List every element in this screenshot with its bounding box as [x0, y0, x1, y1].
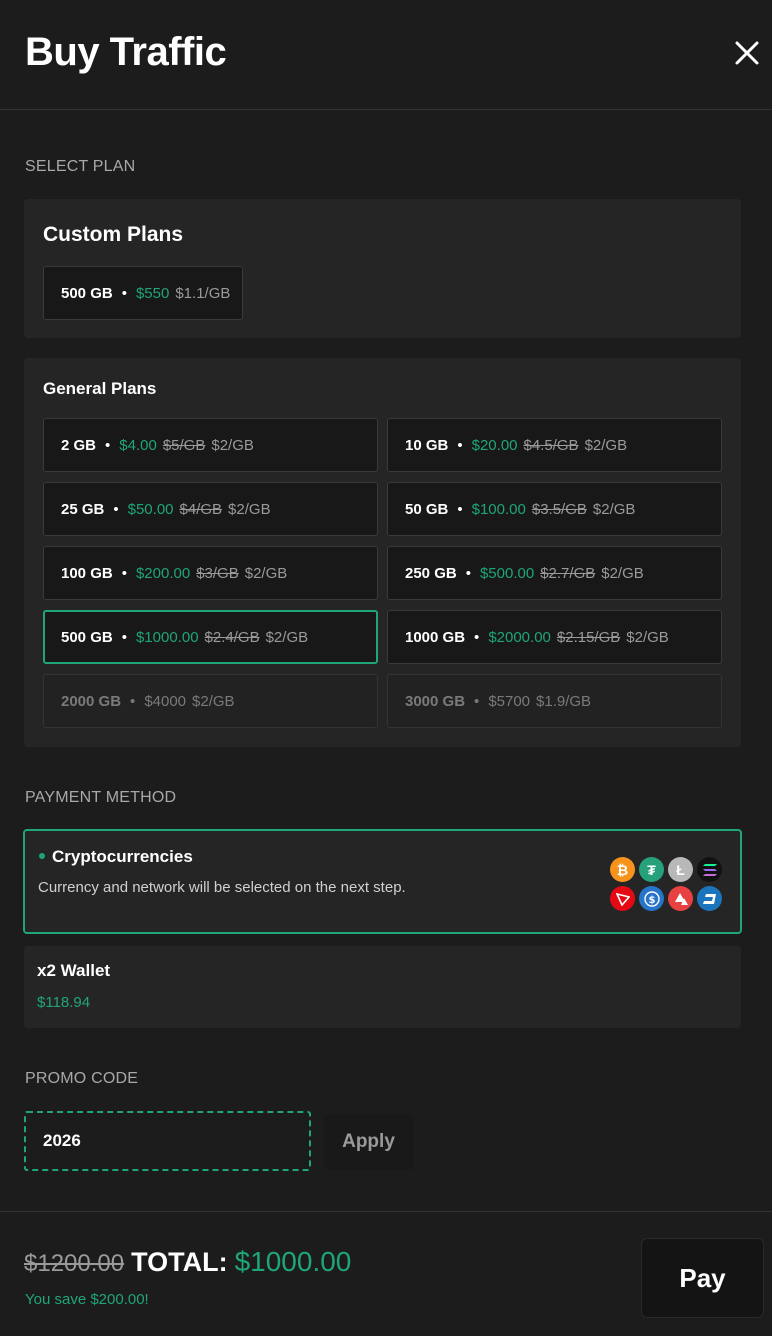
general-plan-option: 2000 GB • $4000 $2/GB — [43, 674, 378, 728]
plan-old-price: $2.15/GB — [556, 628, 621, 646]
general-plan-option: 3000 GB • $5700 $1.9/GB — [387, 674, 722, 728]
plan-size: 50 GB — [405, 500, 449, 518]
wallet-title: x2 Wallet — [37, 961, 111, 980]
plan-old-price: $2.7/GB — [540, 564, 596, 582]
usdc-icon: $ — [639, 886, 664, 911]
general-plan-option[interactable]: 100 GB • $200.00 $3/GB $2/GB — [43, 546, 378, 600]
plan-price: $5700 — [488, 692, 531, 710]
pay-button[interactable]: Pay — [641, 1238, 764, 1318]
tron-icon — [610, 886, 635, 911]
payment-method-label: PAYMENT METHOD — [25, 789, 177, 806]
select-plan-label: SELECT PLAN — [25, 158, 136, 175]
general-plans-panel: General Plans 2 GB • $4.00 $5/GB $2/GB 10 GB •… — [24, 358, 741, 747]
plan-size: 2 GB — [61, 436, 97, 454]
plan-price: $4.00 — [119, 436, 157, 454]
plan-per-gb: $2/GB — [228, 500, 271, 518]
apply-button[interactable]: Apply — [324, 1114, 413, 1170]
plan-price: $1000.00 — [135, 628, 199, 646]
plan-per-gb: $1.1/GB — [175, 284, 231, 302]
litecoin-icon: Ł — [668, 857, 693, 882]
header: Buy Traffic — [0, 0, 772, 110]
general-plan-option[interactable]: 10 GB • $20.00 $4.5/GB $2/GB — [387, 418, 722, 472]
general-plan-option[interactable]: 1000 GB • $2000.00 $2.15/GB $2/GB — [387, 610, 722, 664]
plan-price: $100.00 — [471, 500, 526, 518]
plan-per-gb: $2/GB — [211, 436, 254, 454]
total-amount: $1000.00 — [234, 1246, 352, 1277]
general-plans-title: General Plans — [43, 379, 157, 398]
separator-dot: • — [474, 692, 480, 710]
plan-old-price: $2.4/GB — [204, 628, 260, 646]
plan-price: $20.00 — [471, 436, 518, 454]
selected-dot — [39, 853, 45, 859]
plan-size: 2000 GB — [61, 692, 122, 710]
plan-price: $550 — [135, 284, 170, 302]
plan-per-gb: $2/GB — [192, 692, 235, 710]
custom-plans-title: Custom Plans — [43, 223, 184, 246]
plan-size: 250 GB — [405, 564, 457, 582]
plan-price: $500.00 — [479, 564, 535, 582]
plan-price: $200.00 — [135, 564, 191, 582]
separator-dot: • — [465, 564, 471, 582]
old-total: $1200.00 — [24, 1250, 125, 1277]
promo-code-label: PROMO CODE — [25, 1070, 139, 1087]
close-icon[interactable] — [730, 36, 764, 70]
plan-price: $4000 — [144, 692, 187, 710]
custom-plan-option[interactable]: 500 GB • $550 $1.1/GB — [43, 266, 243, 320]
wallet-balance: $118.94 — [37, 994, 91, 1011]
separator-dot: • — [121, 284, 127, 302]
plan-old-price: $5/GB — [162, 436, 206, 454]
general-plan-option[interactable]: 500 GB • $1000.00 $2.4/GB $2/GB — [43, 610, 378, 664]
payment-option-crypto[interactable]: Cryptocurrencies Currency and network wi… — [23, 829, 742, 934]
separator-dot: • — [130, 692, 136, 710]
dash-icon — [697, 886, 722, 911]
plan-per-gb: $2/GB — [244, 564, 288, 582]
crypto-description: Currency and network will be selected on… — [38, 879, 406, 896]
separator-dot: • — [121, 564, 127, 582]
plan-price: $50.00 — [127, 500, 174, 518]
plan-size: 500 GB — [61, 284, 113, 302]
svg-text:$: $ — [648, 895, 655, 906]
plan-per-gb: $2/GB — [265, 628, 309, 646]
plan-old-price: $3/GB — [196, 564, 239, 582]
general-plan-option[interactable]: 250 GB • $500.00 $2.7/GB $2/GB — [387, 546, 722, 600]
total-label: TOTAL: — [131, 1247, 228, 1277]
separator-dot: • — [113, 500, 119, 518]
payment-option-wallet[interactable]: x2 Wallet $118.94 — [24, 946, 741, 1028]
plan-price: $2000.00 — [488, 628, 551, 646]
plan-size: 500 GB — [61, 628, 113, 646]
general-plan-option[interactable]: 50 GB • $100.00 $3.5/GB $2/GB — [387, 482, 722, 536]
savings-text: You save $200.00! — [25, 1291, 149, 1308]
plan-size: 10 GB — [405, 436, 449, 454]
plan-per-gb: $1.9/GB — [536, 692, 592, 710]
plan-per-gb: $2/GB — [584, 436, 628, 454]
general-plan-option[interactable]: 25 GB • $50.00 $4/GB $2/GB — [43, 482, 378, 536]
solana-icon — [697, 857, 722, 882]
plan-size: 3000 GB — [405, 692, 466, 710]
tether-icon: ₮ — [639, 857, 664, 882]
plan-per-gb: $2/GB — [601, 564, 644, 582]
plan-old-price: $4.5/GB — [523, 436, 579, 454]
general-plan-option[interactable]: 2 GB • $4.00 $5/GB $2/GB — [43, 418, 378, 472]
plan-old-price: $4/GB — [179, 500, 223, 518]
separator-dot: • — [457, 436, 463, 454]
total-row: $1200.00 TOTAL: $1000.00 — [24, 1246, 351, 1278]
plan-size: 1000 GB — [405, 628, 466, 646]
avalanche-icon — [668, 886, 693, 911]
crypto-title: Cryptocurrencies — [52, 847, 193, 866]
plan-per-gb: $2/GB — [592, 500, 636, 518]
page-title: Buy Traffic — [25, 30, 227, 74]
plan-per-gb: $2/GB — [626, 628, 669, 646]
custom-plans-panel: Custom Plans 500 GB • $550 $1.1/GB — [24, 199, 741, 338]
plan-size: 25 GB — [61, 500, 105, 518]
footer: $1200.00 TOTAL: $1000.00 You save $200.0… — [0, 1211, 772, 1336]
promo-code-input[interactable] — [24, 1111, 311, 1171]
plan-old-price: $3.5/GB — [531, 500, 587, 518]
separator-dot: • — [457, 500, 463, 518]
plan-size: 100 GB — [61, 564, 113, 582]
separator-dot: • — [474, 628, 480, 646]
separator-dot: • — [121, 628, 127, 646]
separator-dot: • — [105, 436, 111, 454]
bitcoin-icon: ₿ — [610, 857, 635, 882]
